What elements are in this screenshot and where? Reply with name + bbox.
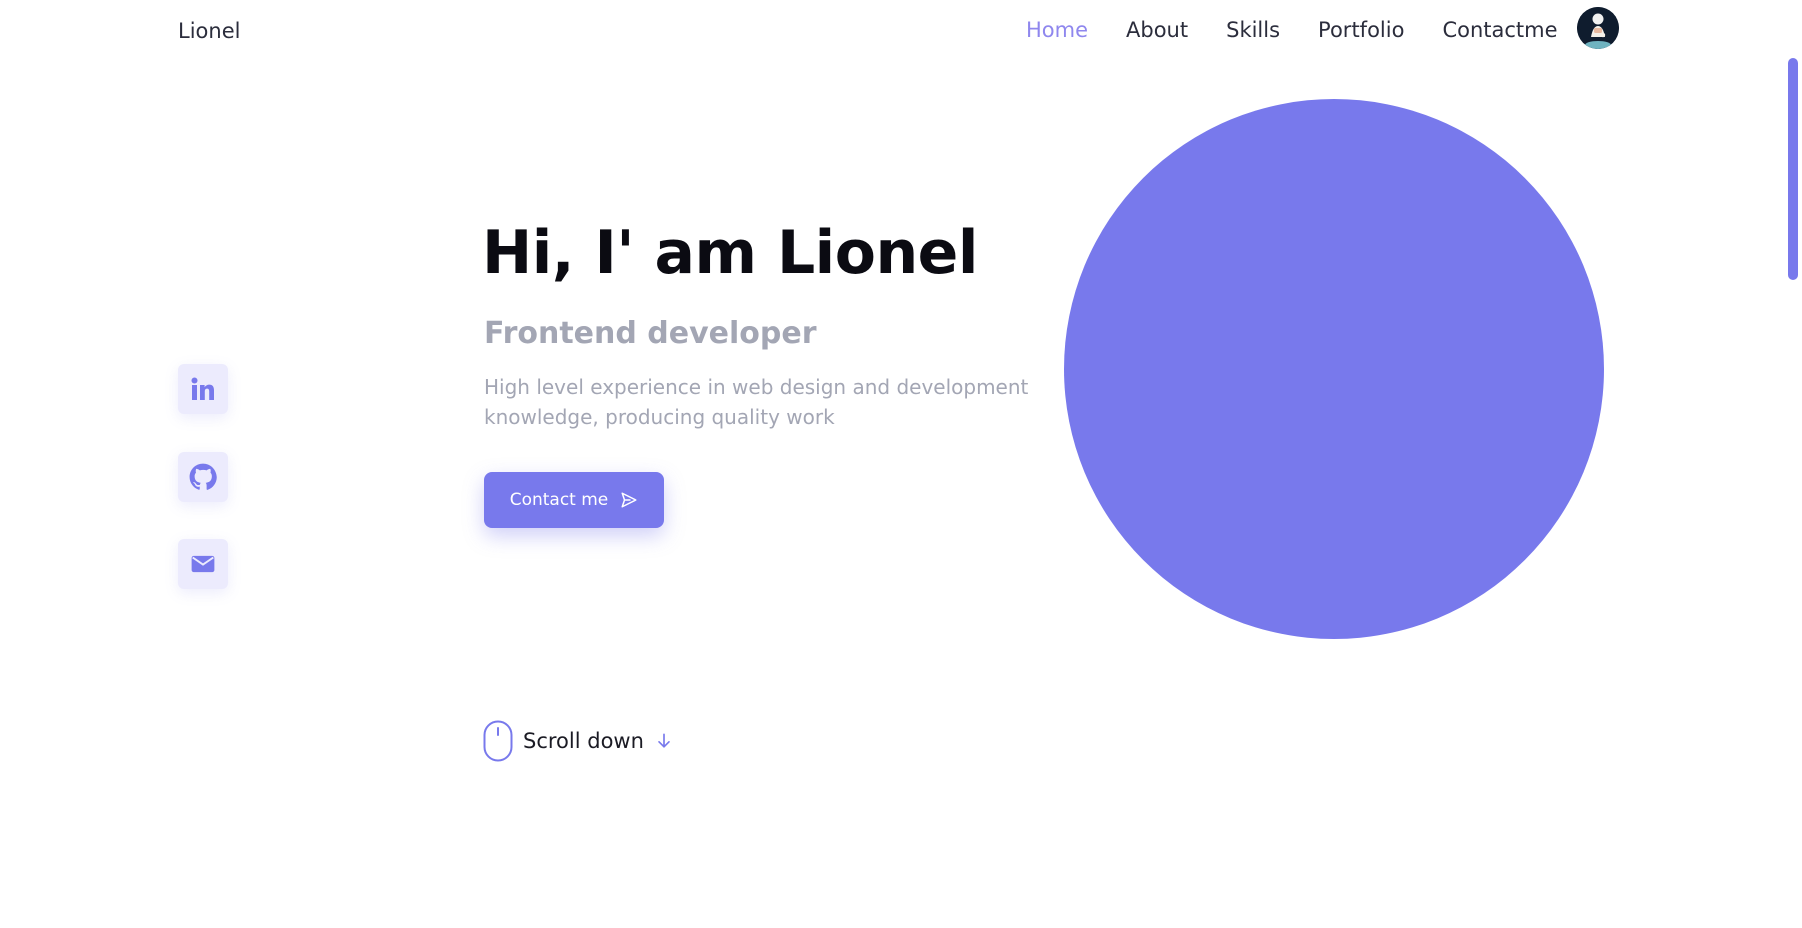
- linkedin-icon: [191, 377, 214, 400]
- hero-blob-image: [1064, 99, 1604, 639]
- nav-skills[interactable]: Skills: [1226, 18, 1280, 42]
- nav-home[interactable]: Home: [1026, 18, 1088, 42]
- scroll-down-link[interactable]: Scroll down: [483, 720, 674, 762]
- github-link[interactable]: [178, 452, 228, 502]
- site-header: Lionel Home About Skills Portfolio Conta…: [0, 0, 1802, 64]
- contact-me-label: Contact me: [509, 490, 609, 510]
- user-avatar[interactable]: [1577, 7, 1619, 49]
- brand-logo[interactable]: Lionel: [178, 19, 240, 43]
- hero-title: Hi, I' am Lionel: [482, 218, 978, 288]
- mail-link[interactable]: [178, 539, 228, 589]
- hero-description: High level experience in web design and …: [484, 375, 1029, 429]
- nav-about[interactable]: About: [1126, 18, 1188, 42]
- mail-icon: [191, 555, 215, 573]
- send-icon: [621, 492, 637, 508]
- nav-contactme[interactable]: Contactme: [1442, 18, 1557, 42]
- arrow-down-icon: [658, 733, 670, 748]
- scrollbar-thumb[interactable]: [1788, 58, 1798, 280]
- github-icon: [189, 463, 217, 490]
- mouse-icon: [483, 720, 513, 762]
- nav-portfolio[interactable]: Portfolio: [1318, 18, 1404, 42]
- main-nav: Home About Skills Portfolio Contactme: [1026, 18, 1558, 42]
- scroll-down-label: Scroll down: [523, 729, 644, 753]
- hero-subtitle: Frontend developer: [484, 316, 817, 351]
- linkedin-link[interactable]: [178, 364, 228, 414]
- contact-me-button[interactable]: Contact me: [484, 472, 664, 528]
- avatar-illustration-icon: [1577, 7, 1619, 49]
